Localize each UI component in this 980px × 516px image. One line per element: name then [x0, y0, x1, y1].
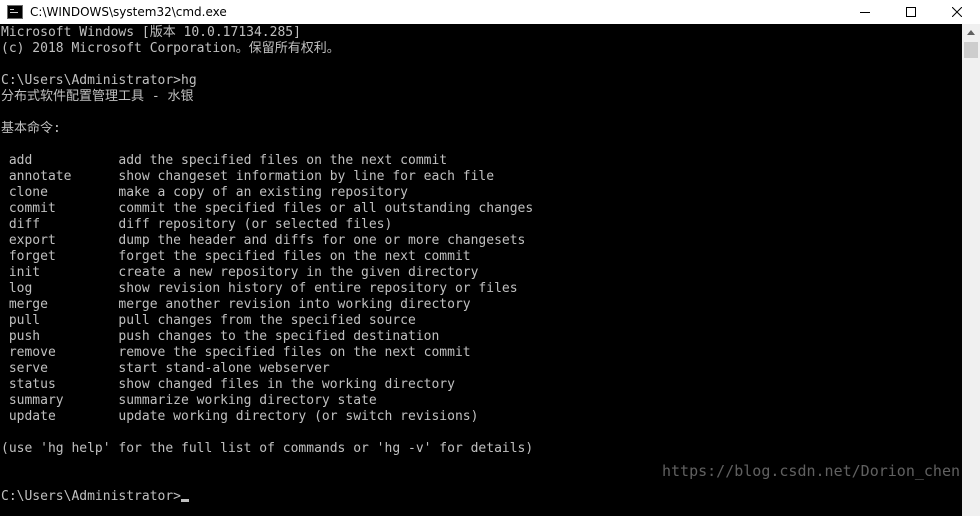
watermark-text: https://blog.csdn.net/Dorion_chen — [661, 462, 960, 480]
title-bar[interactable]: C:\WINDOWS\system32\cmd.exe — [0, 0, 980, 24]
console-line: pull pull changes from the specified sou… — [1, 313, 416, 328]
console-line: (use 'hg help' for the full list of comm… — [1, 441, 534, 456]
console-line: serve start stand-alone webserver — [1, 361, 330, 376]
console-line: log show revision history of entire repo… — [1, 281, 518, 296]
close-icon — [952, 7, 962, 17]
console-line: forget forget the specified files on the… — [1, 249, 471, 264]
console-line: remove remove the specified files on the… — [1, 345, 471, 360]
console-line: 分布式软件配置管理工具 - 水银 — [1, 89, 194, 104]
maximize-button[interactable] — [888, 0, 934, 24]
cmd-window: C:\WINDOWS\system32\cmd.exe Microsoft Wi… — [0, 0, 980, 516]
console-line: commit commit the specified files or all… — [1, 201, 534, 216]
console-line: add add the specified files on the next … — [1, 153, 448, 168]
console-line: init create a new repository in the give… — [1, 265, 479, 280]
console-line: 基本命令: — [1, 121, 61, 136]
maximize-icon — [906, 7, 916, 17]
console-line: Microsoft Windows [版本 10.0.17134.285] — [1, 25, 301, 40]
minimize-button[interactable] — [842, 0, 888, 24]
console-line: clone make a copy of an existing reposit… — [1, 185, 408, 200]
console-line: status show changed files in the working… — [1, 377, 455, 392]
console-line: update update working directory (or swit… — [1, 409, 479, 424]
console-output-area[interactable]: Microsoft Windows [版本 10.0.17134.285] (c… — [0, 24, 962, 516]
vertical-scrollbar[interactable] — [962, 24, 980, 516]
console-line: summary summarize working directory stat… — [1, 393, 377, 408]
console-line: merge merge another revision into workin… — [1, 297, 471, 312]
cmd-app-icon[interactable] — [7, 5, 23, 19]
scroll-thumb[interactable] — [964, 42, 978, 58]
console-line: C:\Users\Administrator>hg — [1, 73, 197, 88]
scroll-up-arrow-icon — [967, 30, 975, 35]
console-text: Microsoft Windows [版本 10.0.17134.285] (c… — [0, 24, 962, 505]
console-line: annotate show changeset information by l… — [1, 169, 495, 184]
console-line: diff diff repository (or selected files) — [1, 217, 393, 232]
text-cursor — [181, 499, 190, 502]
window-title: C:\WINDOWS\system32\cmd.exe — [30, 5, 227, 19]
command-prompt[interactable]: C:\Users\Administrator> — [1, 489, 181, 504]
console-line: export dump the header and diffs for one… — [1, 233, 526, 248]
minimize-icon — [860, 12, 870, 13]
console-line: push push changes to the specified desti… — [1, 329, 440, 344]
console-line: (c) 2018 Microsoft Corporation。保留所有权利。 — [1, 41, 340, 56]
close-button[interactable] — [934, 0, 980, 24]
scroll-up-button[interactable] — [962, 24, 980, 41]
